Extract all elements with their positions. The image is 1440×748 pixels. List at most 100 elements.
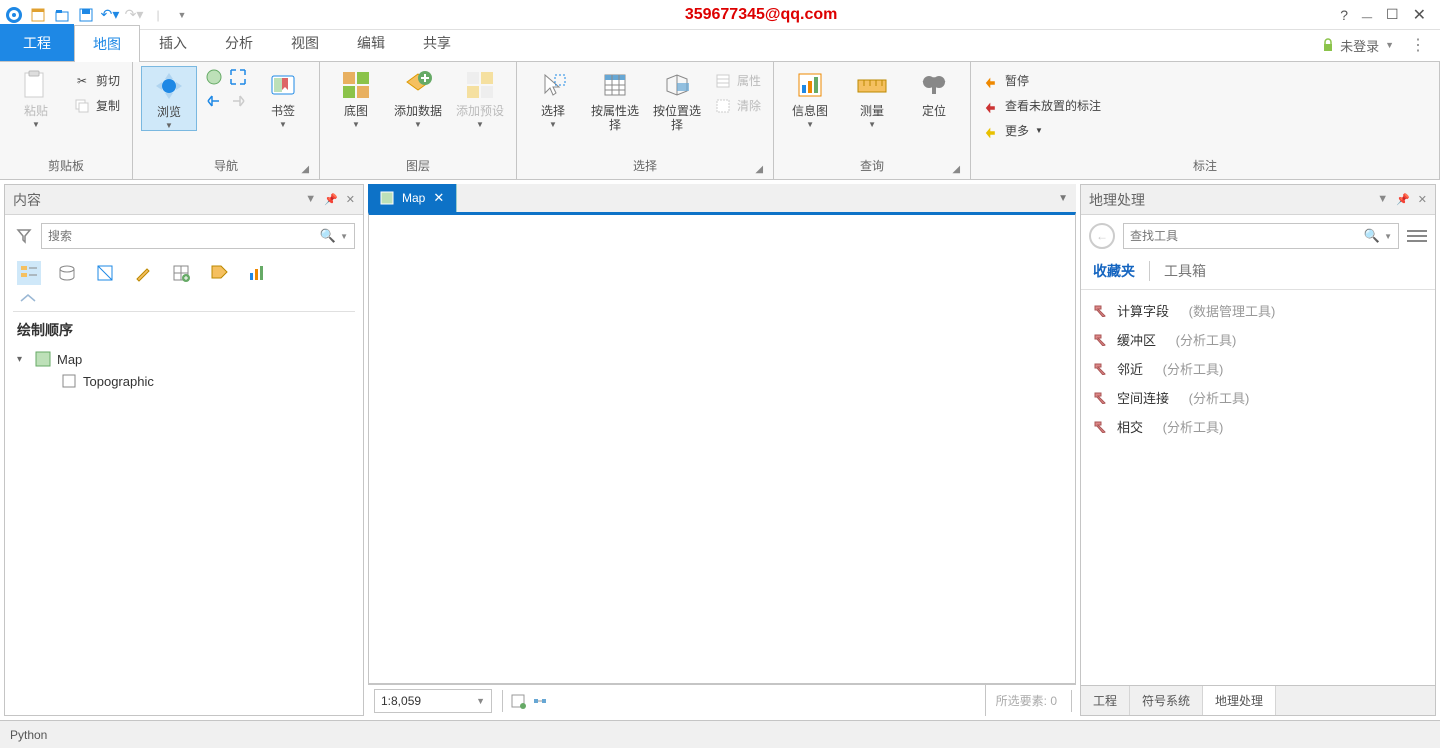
fixed-zoom-in-icon[interactable] — [227, 66, 249, 88]
undo-icon[interactable]: ↶▾ — [100, 5, 120, 25]
add-data-button[interactable]: 添加数据▼ — [390, 66, 446, 129]
contents-header: 内容 ▼ 📌 ✕ — [5, 185, 363, 215]
group-select: 选择▼ 按属性选择 按位置选择 属性 清除 选择◢ — [517, 62, 774, 179]
contents-search-input[interactable]: 🔍 ▼ — [41, 223, 355, 249]
tab-project[interactable]: 工程 — [0, 24, 74, 61]
tab-view[interactable]: 视图 — [272, 24, 338, 61]
scale-selector[interactable]: 1:8,059▼ — [374, 689, 492, 713]
close-pane-icon[interactable]: ✕ — [1418, 193, 1427, 206]
redo-icon[interactable]: ↷▾ — [124, 5, 144, 25]
dialog-launcher-select[interactable]: ◢ — [755, 164, 763, 175]
tab-map[interactable]: 地图 — [74, 25, 140, 62]
dropdown-icon[interactable]: ▼ — [1377, 193, 1388, 206]
pin-icon[interactable]: 📌 — [1396, 193, 1410, 206]
lock-icon — [1322, 38, 1334, 52]
attributes-button[interactable]: 属性 — [711, 70, 765, 91]
search-icon[interactable]: 🔍 — [320, 228, 336, 244]
filter-icon[interactable] — [13, 225, 35, 247]
select-by-loc-button[interactable]: 按位置选择 — [649, 66, 705, 132]
new-icon[interactable] — [28, 5, 48, 25]
chevron-down-icon: ▼ — [1385, 40, 1394, 50]
checkbox-unchecked-icon[interactable] — [61, 373, 77, 389]
help-icon[interactable]: ? — [1340, 7, 1348, 23]
chevron-down-icon[interactable]: ▼ — [340, 232, 348, 241]
tree-map-node[interactable]: ▾ Map — [15, 348, 353, 370]
prev-extent-icon[interactable] — [203, 90, 225, 112]
constraints-status-icon[interactable] — [529, 690, 551, 712]
close-icon[interactable]: ✕ — [1413, 5, 1426, 25]
select-by-attr-button[interactable]: 按属性选择 — [587, 66, 643, 132]
qat-dropdown-icon[interactable]: ▼ — [172, 5, 192, 25]
pause-labels-button[interactable]: 暂停 — [979, 70, 1105, 91]
copy-button[interactable]: 复制 — [70, 95, 124, 116]
tab-insert[interactable]: 插入 — [140, 24, 206, 61]
list-by-selection-icon[interactable] — [93, 261, 117, 285]
btab-project[interactable]: 工程 — [1081, 686, 1130, 715]
select-button[interactable]: 选择▼ — [525, 66, 581, 129]
tab-edit[interactable]: 编辑 — [338, 24, 404, 61]
kebab-icon[interactable]: ⋮ — [1410, 35, 1426, 55]
collapse-icon[interactable] — [5, 293, 363, 309]
tool-item[interactable]: 计算字段 (数据管理工具) — [1085, 296, 1431, 325]
minimize-icon[interactable]: _ — [1362, 0, 1372, 21]
chevron-down-icon[interactable]: ▼ — [1384, 232, 1392, 241]
open-icon[interactable] — [52, 5, 72, 25]
contents-pane: 内容 ▼ 📌 ✕ 🔍 ▼ 绘制顺序 — [4, 184, 364, 716]
explore-button[interactable]: 浏览▼ — [141, 66, 197, 131]
cut-button[interactable]: ✂剪切 — [70, 70, 124, 91]
hammer-icon — [1093, 332, 1109, 348]
bookmark-button[interactable]: 书签▼ — [255, 66, 311, 129]
workspace: 内容 ▼ 📌 ✕ 🔍 ▼ 绘制顺序 — [0, 180, 1440, 720]
tab-share[interactable]: 共享 — [404, 24, 470, 61]
map-tab[interactable]: Map ✕ — [368, 184, 457, 212]
dialog-launcher-query[interactable]: ◢ — [952, 164, 960, 175]
back-icon[interactable]: ← — [1089, 223, 1115, 249]
add-preset-button[interactable]: 添加预设▼ — [452, 66, 508, 129]
map-canvas[interactable] — [368, 212, 1076, 684]
login-status[interactable]: 未登录 ▼ ⋮ — [1322, 35, 1440, 61]
snapping-status-icon[interactable] — [507, 690, 529, 712]
app-icon[interactable] — [4, 5, 24, 25]
tool-item[interactable]: 相交 (分析工具) — [1085, 412, 1431, 441]
measure-button[interactable]: 测量▼ — [844, 66, 900, 129]
list-by-labeling-icon[interactable] — [207, 261, 231, 285]
clear-selection-button[interactable]: 清除 — [711, 95, 765, 116]
close-pane-icon[interactable]: ✕ — [346, 193, 355, 206]
python-tab[interactable]: Python — [10, 728, 47, 742]
full-extent-icon[interactable] — [203, 66, 225, 88]
close-tab-icon[interactable]: ✕ — [433, 190, 444, 206]
list-by-source-icon[interactable] — [55, 261, 79, 285]
next-extent-icon[interactable] — [227, 90, 249, 112]
gp-tab-toolbox[interactable]: 工具箱 — [1164, 261, 1206, 281]
basemap-button[interactable]: 底图▼ — [328, 66, 384, 129]
tab-overflow-icon[interactable]: ▼ — [1050, 193, 1076, 204]
tool-item[interactable]: 空间连接 (分析工具) — [1085, 383, 1431, 412]
collapse-caret-icon[interactable]: ▾ — [17, 354, 29, 365]
list-by-drawing-order-icon[interactable] — [17, 261, 41, 285]
map-tab-label: Map — [402, 191, 425, 205]
view-unplaced-button[interactable]: 查看未放置的标注 — [979, 95, 1105, 116]
tool-item[interactable]: 邻近 (分析工具) — [1085, 354, 1431, 383]
group-navigate: 浏览▼ 书签▼ 导航◢ — [133, 62, 320, 179]
save-icon[interactable] — [76, 5, 96, 25]
gp-tab-favorites[interactable]: 收藏夹 — [1093, 261, 1135, 281]
hamburger-icon[interactable] — [1407, 230, 1427, 242]
list-by-snapping-icon[interactable] — [169, 261, 193, 285]
gp-search-input[interactable]: 🔍 ▼ — [1123, 223, 1399, 249]
search-icon[interactable]: 🔍 — [1364, 228, 1380, 244]
btab-symbology[interactable]: 符号系统 — [1130, 686, 1203, 715]
locate-button[interactable]: 定位 — [906, 66, 962, 118]
tool-item[interactable]: 缓冲区 (分析工具) — [1085, 325, 1431, 354]
infographics-button[interactable]: 信息图▼ — [782, 66, 838, 129]
maximize-icon[interactable]: ☐ — [1386, 6, 1399, 23]
more-labels-button[interactable]: 更多 ▼ — [979, 120, 1105, 141]
pin-icon[interactable]: 📌 — [324, 193, 338, 206]
tree-layer-node[interactable]: Topographic — [15, 370, 353, 392]
dialog-launcher-nav[interactable]: ◢ — [301, 164, 309, 175]
dropdown-icon[interactable]: ▼ — [305, 193, 316, 206]
paste-button[interactable]: 粘贴▼ — [8, 66, 64, 129]
list-by-editing-icon[interactable] — [131, 261, 155, 285]
tab-analyze[interactable]: 分析 — [206, 24, 272, 61]
list-by-chart-icon[interactable] — [245, 261, 269, 285]
btab-gp[interactable]: 地理处理 — [1203, 686, 1276, 715]
